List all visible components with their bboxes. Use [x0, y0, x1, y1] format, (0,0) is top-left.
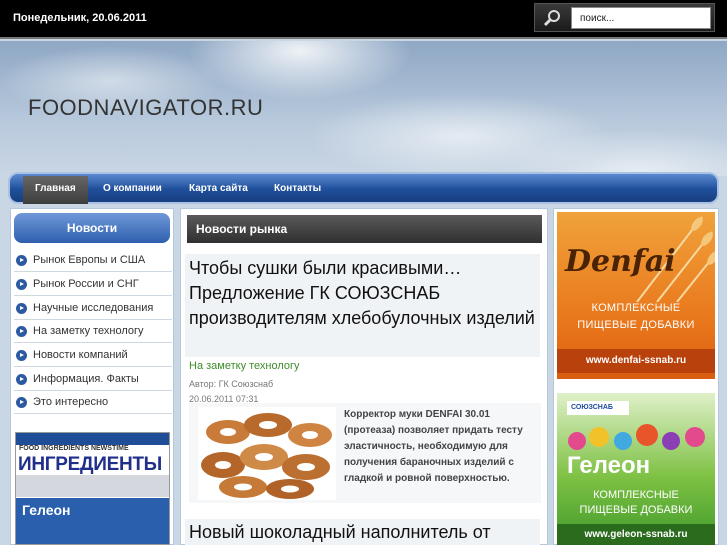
geleon-title: Гелеон — [567, 452, 651, 479]
sidebar-item-label: Рынок России и СНГ — [33, 278, 139, 290]
nav-item-about[interactable]: О компании — [91, 176, 174, 202]
magazine-band — [16, 475, 169, 497]
magazine-title: ИНГРЕДИЕНТЫ — [18, 454, 162, 475]
arrow-bullet-icon — [16, 279, 27, 290]
search-input[interactable] — [571, 7, 711, 29]
sidebar-item-label: Это интересно — [33, 396, 109, 408]
top-bar: Понедельник, 20.06.2011 — [0, 0, 727, 39]
ad-url: www.geleon-ssnab.ru — [557, 524, 715, 545]
sidebar-item-label: На заметку технологу — [33, 325, 144, 337]
magazine-banner[interactable]: FOOD INGREDIENTS NEWSTIME ИНГРЕДИЕНТЫ Ге… — [15, 432, 170, 545]
sidebar-item-company-news[interactable]: Новости компаний — [14, 344, 172, 367]
ad-url: www.denfai-ssnab.ru — [557, 349, 715, 373]
sidebar-title: Новости — [14, 213, 170, 243]
article-title-link[interactable]: Новый шоколадный наполнитель от — [185, 519, 540, 545]
main-nav: Главная О компании Карта сайта Контакты — [8, 172, 719, 204]
arrow-bullet-icon — [16, 255, 27, 266]
arrow-bullet-icon — [16, 303, 27, 314]
ad-text: КОМПЛЕКСНЫЕ ПИЩЕВЫЕ ДОБАВКИ — [557, 488, 715, 518]
search-box — [534, 3, 715, 32]
arrow-bullet-icon — [16, 397, 27, 408]
site-title[interactable]: FOODNAVIGATOR.RU — [28, 95, 263, 121]
article-category-link[interactable]: На заметку технологу — [189, 360, 300, 372]
sidebar-item-label: Новости компаний — [33, 349, 128, 361]
site-header: FOODNAVIGATOR.RU — [0, 41, 727, 176]
sidebar-item-research[interactable]: Научные исследования — [14, 297, 172, 320]
main-content: Новости рынка Чтобы сушки были красивыми… — [180, 208, 548, 545]
ad-text: КОМПЛЕКСНЫЕ ПИЩЕВЫЕ ДОБАВКИ — [557, 300, 715, 334]
geleon-ad-banner[interactable]: СОЮЗСНАБ Гелеон КОМПЛЕКСНЫЕ ПИЩЕВЫЕ ДОБА… — [557, 393, 715, 545]
section-title: Новости рынка — [187, 215, 542, 243]
arrow-bullet-icon — [16, 350, 27, 361]
nav-item-sitemap[interactable]: Карта сайта — [177, 176, 260, 202]
nav-item-home[interactable]: Главная — [23, 176, 88, 204]
sidebar-item-europe-usa[interactable]: Рынок Европы и США — [14, 249, 172, 272]
right-sidebar: Denfai КОМПЛЕКСНЫЕ ПИЩЕВЫЕ ДОБАВКИ www.d… — [553, 208, 719, 545]
ad-text-line: ПИЩЕВЫЕ ДОБАВКИ — [579, 504, 693, 516]
bagels-image — [198, 407, 336, 500]
sidebar-item-label: Научные исследования — [33, 302, 154, 314]
nav-item-contacts[interactable]: Контакты — [262, 176, 333, 202]
ad-text-line: ПИЩЕВЫЕ ДОБАВКИ — [577, 319, 695, 331]
ad-text-line: КОМПЛЕКСНЫЕ — [591, 302, 681, 314]
sidebar-item-technologist[interactable]: На заметку технологу — [14, 320, 172, 343]
sidebar-item-label: Информация. Факты — [33, 373, 139, 385]
magazine-ad-name: Гелеон — [16, 498, 169, 544]
denfai-logo: Denfai — [565, 244, 676, 279]
sidebar-item-russia-cis[interactable]: Рынок России и СНГ — [14, 273, 172, 296]
article-teaser: Корректор муки DENFAI 30.01 (протеаза) п… — [189, 403, 541, 503]
soyuzsnab-logo: СОЮЗСНАБ — [567, 401, 629, 415]
arrow-bullet-icon — [16, 326, 27, 337]
arrow-bullet-icon — [16, 374, 27, 385]
search-icon[interactable] — [541, 8, 563, 28]
ad-text-line: КОМПЛЕКСНЫЕ — [593, 489, 679, 501]
sidebar-item-interesting[interactable]: Это интересно — [14, 391, 172, 414]
magazine-top-band — [16, 433, 169, 445]
denfai-ad-banner[interactable]: Denfai КОМПЛЕКСНЫЕ ПИЩЕВЫЕ ДОБАВКИ www.d… — [557, 212, 715, 379]
article-author: Автор: ГК Союзснаб — [189, 379, 274, 389]
sidebar-item-label: Рынок Европы и США — [33, 254, 146, 266]
article-title-link[interactable]: Чтобы сушки были красивыми… Предложение … — [185, 254, 540, 357]
article-text: Корректор муки DENFAI 30.01 (протеаза) п… — [344, 409, 523, 484]
sidebar-item-facts[interactable]: Информация. Факты — [14, 368, 172, 391]
current-date: Понедельник, 20.06.2011 — [13, 12, 147, 24]
